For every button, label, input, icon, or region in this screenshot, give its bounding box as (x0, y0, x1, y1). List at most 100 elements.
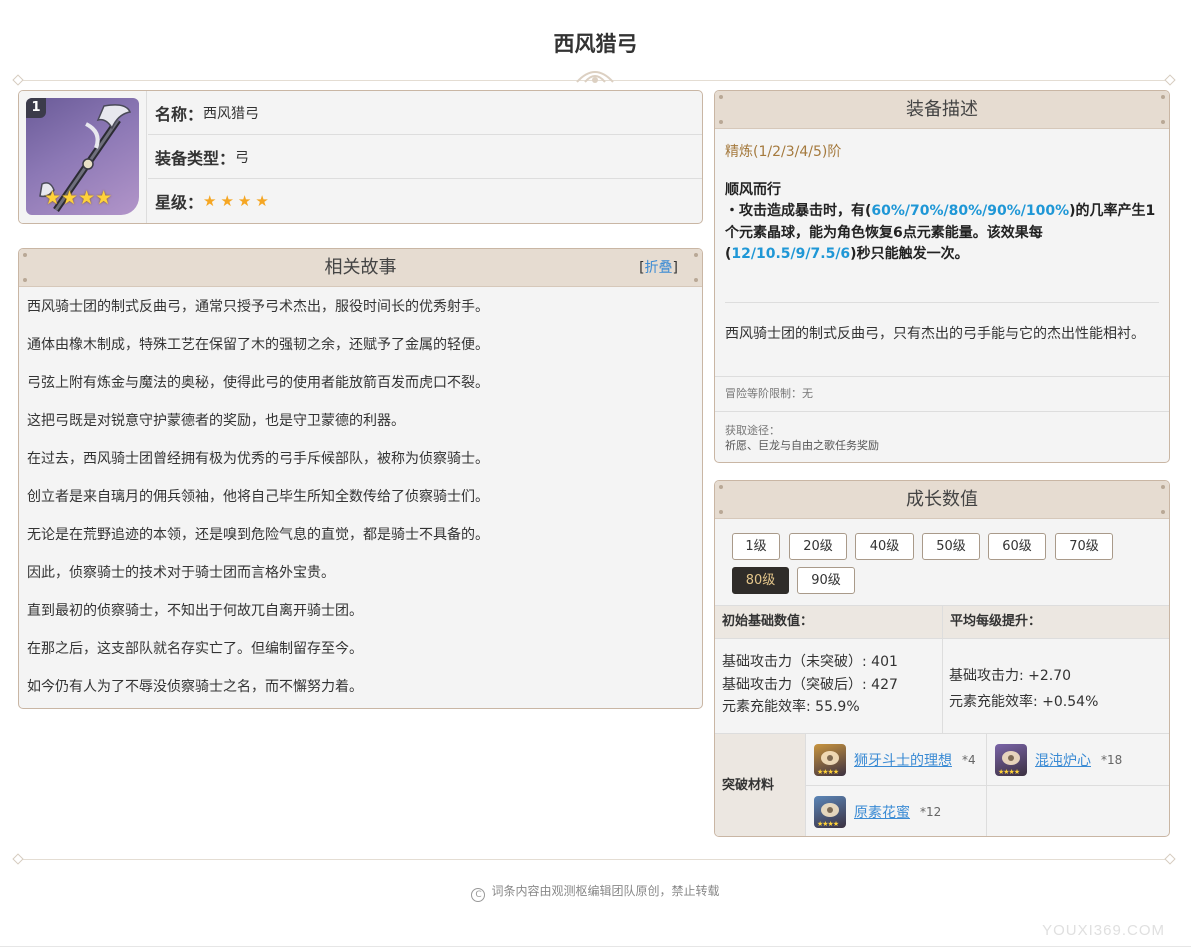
bow-icon: 1 ★ ★ ★ ★ (26, 98, 139, 215)
weapon-icon-cell: 1 ★ ★ ★ ★ (19, 91, 147, 223)
avg-stats: 基础攻击力: +2.70 元素充能效率: +0.54% (949, 663, 1098, 715)
level-tab-40级[interactable]: 40级 (855, 533, 914, 560)
footer-copyright: C 词条内容由观测枢编辑团队原创，禁止转载 (0, 882, 1191, 902)
divider-end-ornament (12, 74, 24, 86)
material-name-link[interactable]: 混沌炉心 (1035, 750, 1091, 770)
obtain-value: 祈愿、巨龙与自由之歌任务奖励 (725, 439, 879, 452)
description-panel-header: 装备描述 (715, 91, 1169, 129)
story-line: 因此，侦察骑士的技术对于骑士团而言格外宝贵。 (27, 565, 335, 581)
bottom-divider (0, 946, 1191, 947)
star-icon: ★ (61, 187, 79, 209)
materials-label: 突破材料 (715, 734, 806, 836)
divider (715, 376, 1169, 377)
divider-end-ornament (1164, 853, 1176, 865)
page-title: 西风猎弓 (553, 32, 638, 56)
weapon-type-row: 装备类型： 弓 (148, 135, 702, 179)
story-panel-title: 相关故事 (324, 257, 397, 278)
weapon-rank-row: 星级： ★ ★ ★ ★ (148, 179, 702, 223)
story-line: 通体由橡木制成，特殊工艺在保留了木的强韧之余，还赋予了金属的轻便。 (27, 337, 489, 353)
base-stat-line: 基础攻击力（未突破）: 401 (722, 654, 898, 670)
star-icon: ★ (255, 192, 269, 210)
avg-stat-line: 基础攻击力: +2.70 (949, 668, 1072, 684)
base-stat-line: 元素充能效率: 55.9% (722, 699, 860, 715)
title-ornament-icon (576, 71, 614, 83)
skill-effect-text: ・攻击造成暴击时，有(60%/70%/80%/90%/100%)的几率产生1个元… (725, 203, 1156, 262)
level-tab-20级[interactable]: 20级 (789, 533, 847, 560)
collapse-link[interactable]: 折叠 (645, 260, 673, 276)
skill-chance-values: 60%/70%/80%/90%/100% (871, 203, 1070, 219)
material-name-link[interactable]: 狮牙斗士的理想 (854, 750, 952, 770)
story-line: 无论是在荒野追迹的本领，还是嗅到危险气息的直觉，都是骑士不具备的。 (27, 527, 489, 543)
rank-stars: ★ ★ ★ ★ (203, 192, 273, 210)
material-item: ★★★★ 狮牙斗士的理想 *4 (806, 734, 986, 785)
site-watermark: YOUXI369.COM (1042, 922, 1165, 939)
story-line: 西风骑士团的制式反曲弓，通常只授予弓术杰出，服役时间长的优秀射手。 (27, 299, 489, 315)
base-stats: 基础攻击力（未突破）: 401 基础攻击力（突破后）: 427 元素充能效率: 55… (722, 651, 898, 719)
growth-panel-header: 成长数值 (715, 481, 1169, 519)
skill-name: 顺风而行 (725, 182, 781, 198)
material-name-link[interactable]: 原素花蜜 (854, 802, 910, 822)
footer-divider (18, 859, 1170, 860)
skill-cooldown-values: 12/10.5/9/7.5/6 (731, 246, 851, 262)
material-item: ★★★★ 原素花蜜 *12 (806, 786, 986, 836)
material-count: *18 (1101, 752, 1123, 767)
story-line: 在过去，西风骑士团曾经拥有极为优秀的弓手斥候部队，被称为侦察骑士。 (27, 451, 489, 467)
story-line: 弓弦上附有炼金与魔法的奥秘，使得此弓的使用者能放箭百发而虎口不裂。 (27, 375, 489, 391)
nectar-icon: ★★★★ (814, 795, 846, 828)
weapon-type-label: 装备类型： (155, 148, 236, 168)
star-icon: ★ (95, 187, 113, 209)
weapon-rank-label: 星级： (155, 193, 204, 212)
level-tab-60级[interactable]: 60级 (988, 533, 1046, 560)
story-panel: 相关故事 [折叠] 西风骑士团的制式反曲弓，通常只授予弓术杰出，服役时间长的优秀… (18, 248, 703, 709)
weapon-type-value: 弓 (235, 149, 250, 166)
story-line: 如今仍有人为了不辱没侦察骑士之名，而不懈努力着。 (27, 679, 363, 695)
divider (942, 639, 943, 733)
material-item: ★★★★ 混沌炉心 *18 (987, 734, 1169, 785)
level-tab-70级[interactable]: 70级 (1055, 533, 1113, 560)
avg-stat-line: 元素充能效率: +0.54% (949, 694, 1099, 710)
material-count: *12 (920, 804, 942, 819)
material-count: *4 (962, 752, 976, 767)
description-panel: 装备描述 精炼(1/2/3/4/5)阶 顺风而行 ・攻击造成暴击时，有(60%/… (714, 90, 1170, 463)
divider (725, 302, 1159, 303)
star-icon: ★ (220, 192, 234, 210)
story-line: 创立者是来自璃月的佣兵领袖，他将自己毕生所知全数传给了侦察骑士们。 (27, 489, 489, 505)
weapon-name-value: 西风猎弓 (203, 105, 260, 122)
chaos-core-icon: ★★★★ (995, 743, 1027, 776)
level-tab-90级[interactable]: 90级 (797, 567, 855, 594)
avg-stats-header: 平均每级提升： (942, 605, 1169, 639)
story-line: 这把弓既是对锐意守护蒙德者的奖励，也是守卫蒙德的利器。 (27, 413, 405, 429)
adventure-rank-limit: 冒险等阶限制：无 (725, 387, 813, 400)
story-collapse-toggle[interactable]: [折叠] (639, 249, 678, 287)
story-panel-header: 相关故事 [折叠] (19, 249, 702, 287)
story-line: 在那之后，这支部队就名存实亡了。但编制留存至今。 (27, 641, 363, 657)
lion-tooth-icon: ★★★★ (814, 743, 846, 776)
weapon-info-card: 1 ★ ★ ★ ★ 名称： 西风猎弓 装备类型： 弓 星级： ★ ★ ★ ★ (18, 90, 703, 224)
weapon-name-label: 名称： (155, 104, 204, 124)
divider-end-ornament (1164, 74, 1176, 86)
level-tab-50级[interactable]: 50级 (922, 533, 980, 560)
divider-end-ornament (12, 853, 24, 865)
weapon-name-row: 名称： 西风猎弓 (148, 91, 702, 135)
base-stat-line: 基础攻击力（突破后）: 427 (722, 676, 898, 693)
level-tab-1级[interactable]: 1级 (732, 533, 780, 560)
star-icon: ★ (78, 187, 96, 209)
flavor-text: 西风骑士团的制式反曲弓，只有杰出的弓手能与它的杰出性能相衬。 (725, 326, 1145, 342)
obtain-label: 获取途径： (725, 424, 780, 437)
description-panel-title: 装备描述 (906, 99, 978, 120)
divider (715, 411, 1169, 412)
star-icon: ★ (203, 192, 217, 210)
growth-panel: 成长数值 1级 20级 40级 50级 60级 70级 80级 90级 初始基础数值： 平均每… (714, 480, 1170, 837)
base-stats-header: 初始基础数值： (715, 605, 942, 639)
footer-text: 词条内容由观测枢编辑团队原创，禁止转载 (491, 884, 720, 898)
refine-level-badge: 1 (26, 98, 46, 118)
star-icon: ★ (237, 192, 252, 210)
story-body: 西风骑士团的制式反曲弓，通常只授予弓术杰出，服役时间长的优秀射手。 通体由橡木制成… (19, 287, 702, 708)
star-icon: ★ (44, 187, 62, 209)
rarity-stars: ★ ★ ★ ★ (44, 189, 112, 208)
refine-text: 精炼(1/2/3/4/5)阶 (725, 144, 842, 160)
story-line: 直到最初的侦察骑士，不知出于何故兀自离开骑士团。 (27, 603, 363, 619)
copyright-icon: C (471, 888, 486, 902)
growth-panel-title: 成长数值 (906, 489, 978, 510)
level-tab-80级[interactable]: 80级 (732, 567, 789, 594)
